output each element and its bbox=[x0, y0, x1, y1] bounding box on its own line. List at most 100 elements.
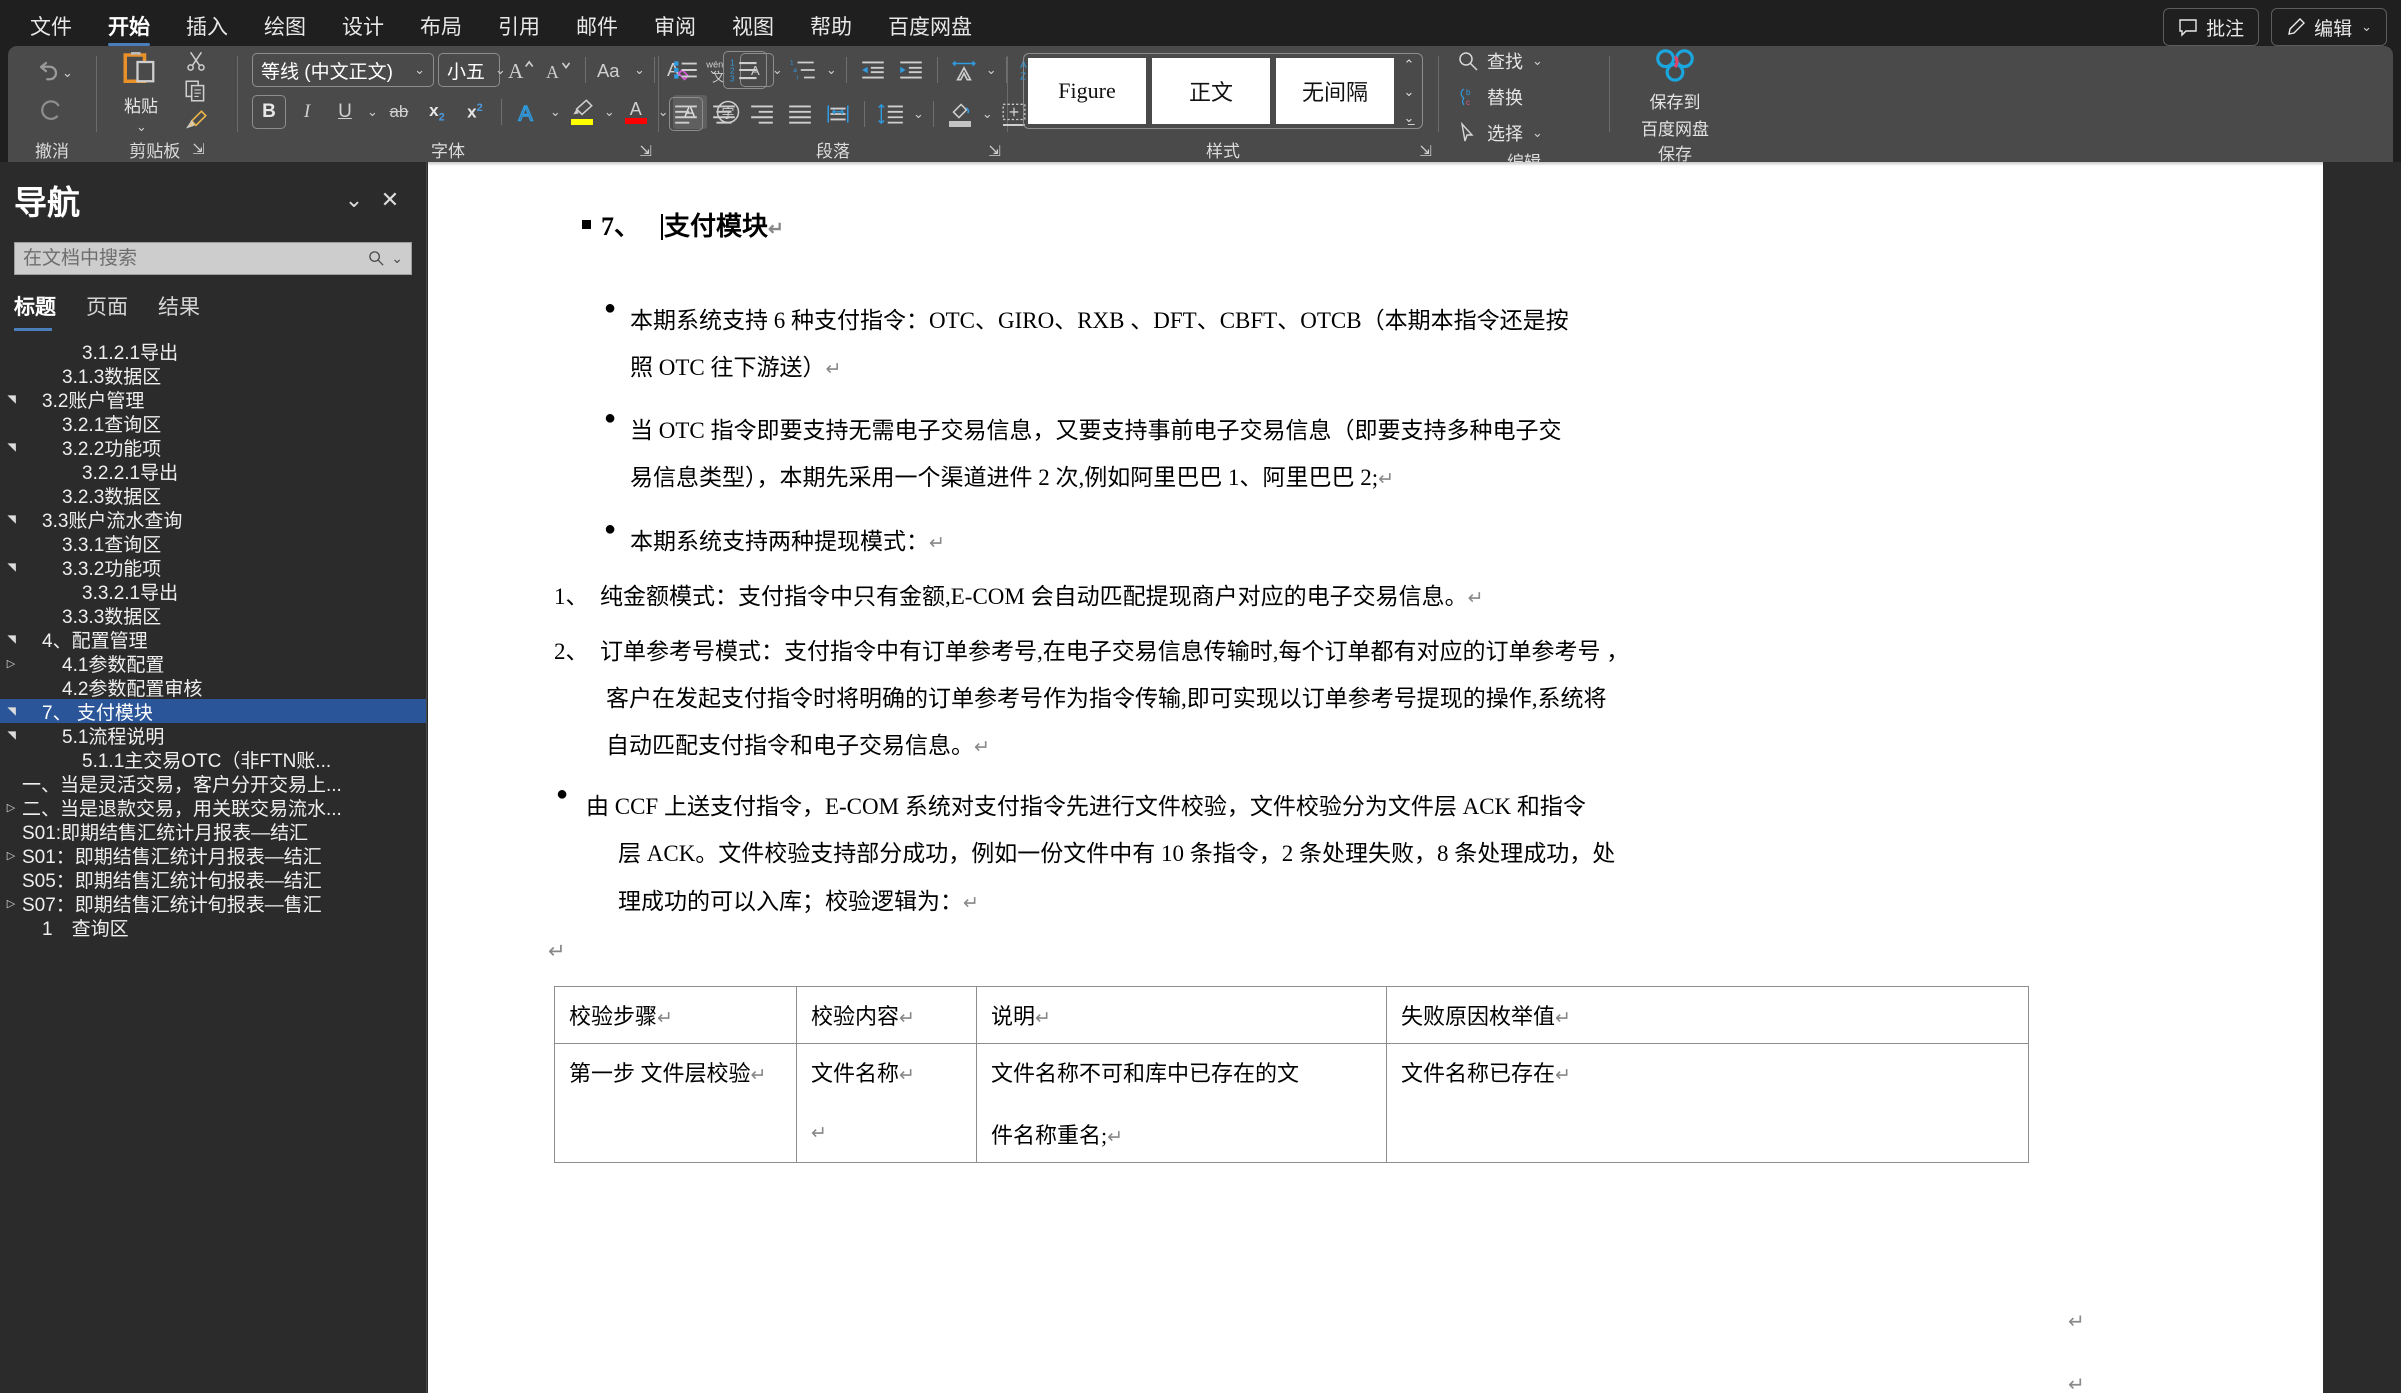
undo-icon[interactable] bbox=[31, 58, 61, 88]
edit-mode-button[interactable]: 编辑 ⌄ bbox=[2271, 8, 2387, 46]
table-cell[interactable]: 文件名称已存在↵ bbox=[1386, 1042, 2029, 1163]
chevron-down-icon[interactable]: ⌄ bbox=[986, 62, 997, 78]
expand-arrow-icon[interactable]: ◢ bbox=[5, 700, 18, 722]
font-color-icon[interactable]: A bbox=[619, 100, 653, 124]
nav-heading-item[interactable]: 4.2参数配置审核 bbox=[0, 675, 426, 700]
redo-icon[interactable] bbox=[37, 94, 67, 124]
nav-heading-item[interactable]: ◢ 7、 支付模块 bbox=[0, 699, 426, 724]
expand-arrow-icon[interactable]: ◢ bbox=[5, 628, 18, 650]
expand-arrow-icon[interactable]: ◢ bbox=[5, 508, 18, 530]
nav-heading-item[interactable]: ▷ S07：即期结售汇统计旬报表—售汇 bbox=[0, 891, 426, 916]
styles-gallery-scroll[interactable]: ⌃ ⌄ ⌄̲ bbox=[1400, 58, 1418, 124]
ribbon-tab-home[interactable]: 开始 bbox=[90, 0, 168, 52]
style-card-no-spacing[interactable]: 无间隔 bbox=[1276, 58, 1394, 124]
nav-heading-item[interactable]: ▷ 二、当是退款交易，用关联交易流水... bbox=[0, 795, 426, 820]
ribbon-tab-review[interactable]: 审阅 bbox=[636, 0, 714, 52]
chevron-down-icon[interactable]: ⌄ bbox=[336, 182, 372, 218]
navigation-search-box[interactable]: ⌄ bbox=[14, 242, 412, 275]
strikethrough-icon[interactable]: ab bbox=[382, 95, 416, 129]
ribbon-tab-design[interactable]: 设计 bbox=[324, 0, 402, 52]
chevron-down-icon[interactable]: ⌄ bbox=[1532, 53, 1543, 69]
ribbon-tab-insert[interactable]: 插入 bbox=[168, 0, 246, 52]
styles-gallery[interactable]: Figure 正文 无间隔 ⌃ ⌄ ⌄̲ bbox=[1023, 53, 1423, 129]
nav-heading-item[interactable]: 3.2.1查询区 bbox=[0, 411, 426, 436]
format-painter-icon[interactable] bbox=[183, 108, 209, 134]
document-body[interactable]: 7、 支付模块↵ ● 本期系统支持 6 种支付指令：OTC、GIRO、RXB 、… bbox=[428, 162, 2323, 1393]
chevron-down-icon[interactable]: ⌄ bbox=[604, 104, 615, 120]
dialog-launcher-icon[interactable]: ⇲ bbox=[192, 140, 205, 158]
nav-heading-item[interactable]: 3.3.3数据区 bbox=[0, 603, 426, 628]
nav-heading-item[interactable]: ◢ 3.3.2功能项 bbox=[0, 555, 426, 580]
nav-heading-item[interactable]: ▷ S01：即期结售汇统计月报表—结汇 bbox=[0, 843, 426, 868]
select-button[interactable]: 选择 ⌄ bbox=[1457, 118, 1543, 148]
dialog-launcher-icon[interactable]: ⇲ bbox=[639, 142, 652, 160]
align-left-icon[interactable] bbox=[669, 97, 703, 131]
underline-icon[interactable]: U bbox=[328, 95, 362, 129]
table-header-cell[interactable]: 校验内容↵ bbox=[796, 985, 977, 1044]
bold-icon[interactable]: B bbox=[252, 95, 286, 129]
chevron-down-icon[interactable]: ⌄ bbox=[367, 104, 378, 120]
ribbon-tab-baidu-netdisk[interactable]: 百度网盘 bbox=[870, 0, 990, 52]
nav-heading-item[interactable]: ▷ 4.1参数配置 bbox=[0, 651, 426, 676]
nav-tab-results[interactable]: 结果 bbox=[158, 291, 200, 333]
nav-heading-item[interactable]: 5.1.1主交易OTC（非FTN账... bbox=[0, 747, 426, 772]
document-scroll-area[interactable]: 7、 支付模块↵ ● 本期系统支持 6 种支付指令：OTC、GIRO、RXB 、… bbox=[428, 162, 2401, 1393]
decrease-indent-icon[interactable] bbox=[856, 53, 890, 87]
scroll-down-icon[interactable]: ⌄ bbox=[1404, 85, 1415, 98]
scroll-up-icon[interactable]: ⌃ bbox=[1404, 58, 1415, 71]
ribbon-tab-help[interactable]: 帮助 bbox=[792, 0, 870, 52]
chevron-down-icon[interactable]: ⌄ bbox=[62, 65, 73, 81]
chevron-down-icon[interactable]: ⌄ bbox=[826, 62, 837, 78]
table-header-cell[interactable]: 校验步骤↵ bbox=[554, 985, 797, 1044]
nav-heading-item[interactable]: S01:即期结售汇统计月报表—结汇 bbox=[0, 819, 426, 844]
change-case-icon[interactable]: Aa bbox=[595, 53, 629, 87]
nav-heading-item[interactable]: 1 查询区 bbox=[0, 915, 426, 940]
validation-table[interactable]: 校验步骤↵ 校验内容↵ 说明↵ 失败原因枚举值↵ 第一步 文件层校验↵ 文件名称… bbox=[554, 985, 2029, 1163]
paste-button[interactable]: 粘贴 ⌄ bbox=[105, 48, 177, 135]
chevron-down-icon[interactable]: ⌄ bbox=[1532, 125, 1543, 141]
subscript-icon[interactable]: x2 bbox=[420, 95, 454, 129]
ribbon-tab-layout[interactable]: 布局 bbox=[402, 0, 480, 52]
nav-heading-item[interactable]: ◢ 5.1流程说明 bbox=[0, 723, 426, 748]
nav-heading-item[interactable]: S05：即期结售汇统计旬报表—结汇 bbox=[0, 867, 426, 892]
collapse-arrow-icon[interactable]: ▷ bbox=[0, 657, 22, 670]
scissors-icon[interactable] bbox=[183, 48, 209, 74]
navigation-heading-list[interactable]: 3.1.2.1导出 3.1.3数据区 ◢ 3.2账户管理 3.2.1查询区 ◢ 3.2.2功… bbox=[0, 339, 426, 1393]
chevron-down-icon[interactable]: ⌄ bbox=[550, 104, 561, 120]
ribbon-tab-draw[interactable]: 绘图 bbox=[246, 0, 324, 52]
find-button[interactable]: 查找 ⌄ bbox=[1457, 46, 1543, 76]
nav-heading-item[interactable]: ◢ 3.2.2功能项 bbox=[0, 435, 426, 460]
comment-button[interactable]: 批注 bbox=[2163, 8, 2260, 46]
chevron-down-icon[interactable]: ⌄ bbox=[982, 106, 993, 122]
bullet-list-icon[interactable] bbox=[669, 53, 703, 87]
style-card-body[interactable]: 正文 bbox=[1152, 58, 1270, 124]
chevron-down-icon[interactable]: ⌄ bbox=[634, 62, 645, 78]
text-effects-icon[interactable]: A bbox=[511, 95, 545, 129]
table-cell[interactable]: 文件名称↵ ↵ bbox=[796, 1042, 977, 1163]
dialog-launcher-icon[interactable]: ⇲ bbox=[1419, 142, 1432, 160]
more-styles-icon[interactable]: ⌄̲ bbox=[1404, 111, 1415, 124]
grow-font-icon[interactable]: A bbox=[504, 53, 538, 87]
nav-tab-pages[interactable]: 页面 bbox=[86, 291, 128, 333]
search-icon[interactable] bbox=[368, 250, 385, 267]
expand-arrow-icon[interactable]: ◢ bbox=[5, 388, 18, 410]
document-page[interactable]: 7、 支付模块↵ ● 本期系统支持 6 种支付指令：OTC、GIRO、RXB 、… bbox=[428, 162, 2323, 1393]
distribute-icon[interactable] bbox=[821, 97, 855, 131]
nav-heading-item[interactable]: 3.1.2.1导出 bbox=[0, 339, 426, 364]
chinese-layout-icon[interactable] bbox=[947, 53, 981, 87]
shading-icon[interactable] bbox=[943, 101, 977, 127]
align-center-icon[interactable] bbox=[707, 97, 741, 131]
font-size-select[interactable]: 小五 ⌄ bbox=[438, 53, 506, 87]
justify-icon[interactable] bbox=[783, 97, 817, 131]
nav-heading-item[interactable]: 3.1.3数据区 bbox=[0, 363, 426, 388]
nav-heading-item[interactable]: 一、当是灵活交易，客户分开交易上... bbox=[0, 771, 426, 796]
numbered-list-icon[interactable]: 123 bbox=[722, 51, 767, 89]
ribbon-tab-view[interactable]: 视图 bbox=[714, 0, 792, 52]
chevron-down-icon[interactable]: ⌄ bbox=[913, 106, 924, 122]
save-to-baidu-button[interactable]: 保存到 百度网盘 bbox=[1627, 46, 1723, 140]
copy-icon[interactable] bbox=[183, 78, 209, 104]
table-cell[interactable]: 文件名称不可和库中已存在的文 件名称重名;↵ bbox=[976, 1042, 1387, 1163]
search-input[interactable] bbox=[23, 247, 363, 270]
collapse-arrow-icon[interactable]: ▷ bbox=[0, 849, 22, 862]
nav-heading-item[interactable]: 3.2.2.1导出 bbox=[0, 459, 426, 484]
